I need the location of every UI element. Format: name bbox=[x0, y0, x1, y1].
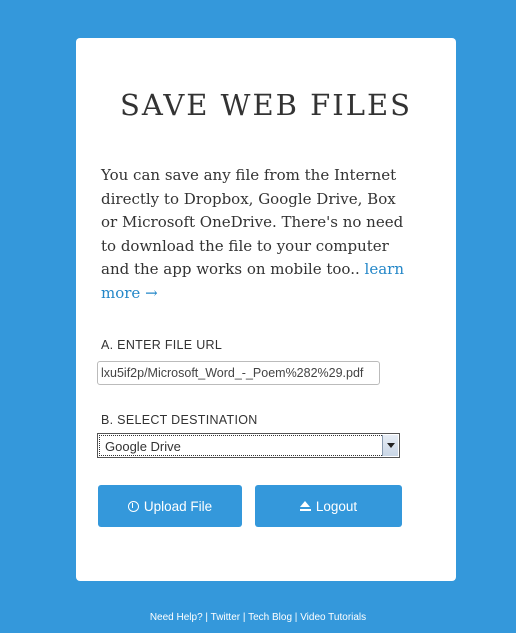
twitter-link[interactable]: Twitter bbox=[211, 612, 240, 623]
file-url-label: A. ENTER FILE URL bbox=[101, 338, 223, 352]
need-help-link[interactable]: Need Help? bbox=[150, 612, 203, 623]
destination-select[interactable]: Google Drive bbox=[97, 433, 400, 458]
footer-separator: | bbox=[294, 612, 298, 623]
video-tutorials-link[interactable]: Video Tutorials bbox=[300, 612, 366, 623]
upload-file-button[interactable]: Upload File bbox=[98, 485, 242, 527]
eject-icon bbox=[299, 500, 311, 512]
circle-arrow-up-icon bbox=[127, 500, 139, 512]
intro-paragraph: You can save any file from the Internet … bbox=[101, 164, 411, 305]
file-url-input[interactable] bbox=[97, 361, 380, 385]
logout-button[interactable]: Logout bbox=[255, 485, 402, 527]
chevron-down-icon[interactable] bbox=[382, 435, 398, 456]
upload-file-label: Upload File bbox=[143, 498, 213, 514]
footer-links: Need Help? | Twitter | Tech Blog | Video… bbox=[0, 612, 516, 623]
intro-text: You can save any file from the Internet … bbox=[101, 166, 404, 278]
footer-separator: | bbox=[242, 612, 246, 623]
destination-label: B. SELECT DESTINATION bbox=[101, 413, 258, 427]
page-title: SAVE WEB FILES bbox=[119, 88, 413, 122]
tech-blog-link[interactable]: Tech Blog bbox=[248, 612, 292, 623]
main-card: SAVE WEB FILES You can save any file fro… bbox=[76, 38, 456, 581]
logout-label: Logout bbox=[315, 498, 358, 514]
footer-separator: | bbox=[205, 612, 209, 623]
destination-selected-value: Google Drive bbox=[105, 439, 181, 454]
